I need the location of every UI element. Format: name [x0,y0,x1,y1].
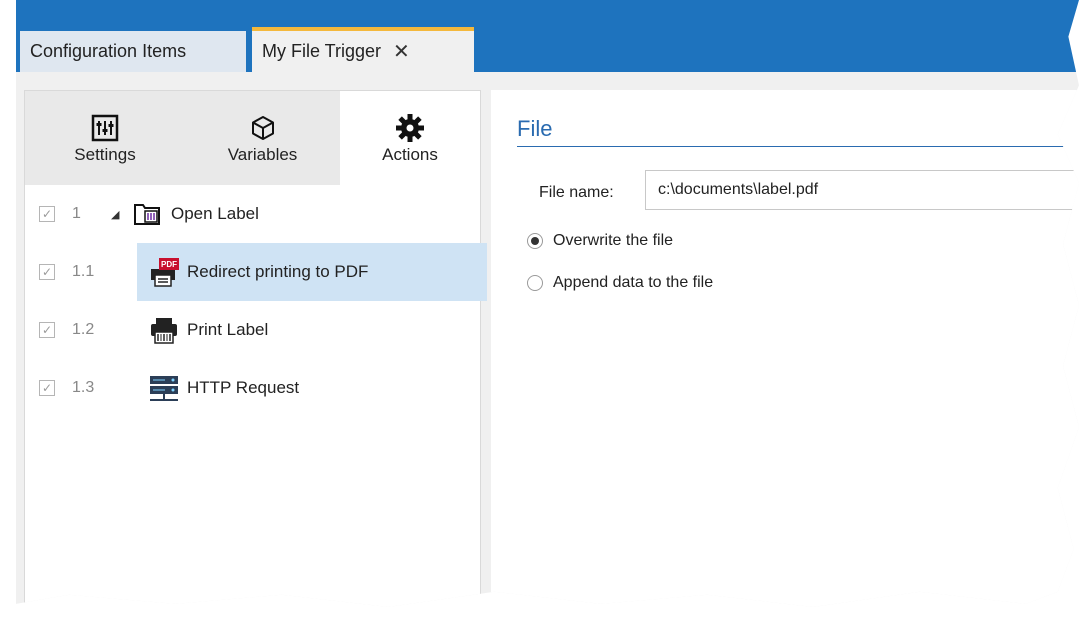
tree-row-open-label[interactable]: ✓ 1 ◢ Open Label [25,185,480,243]
enable-checkbox[interactable]: ✓ [39,380,55,396]
tab-settings[interactable]: Settings [25,91,185,185]
action-item[interactable]: Print Label [137,301,268,359]
tab-label: My File Trigger [262,41,382,61]
action-label: Print Label [187,320,269,339]
overwrite-label: Overwrite the file [553,232,674,249]
overwrite-option[interactable]: Overwrite the file [527,232,673,250]
tree-row-print-label[interactable]: ✓ 1.2 Print Label [25,301,480,359]
action-item[interactable]: HTTP Request [137,359,299,417]
tab-label: Configuration Items [30,41,187,61]
action-number: 1.2 [72,321,95,338]
tab-configuration-items[interactable]: Configuration Items [20,31,246,72]
tab-my-file-trigger[interactable]: My File Trigger ✕ [252,27,474,72]
tab-actions[interactable]: Actions [340,91,480,185]
section-divider [517,146,1079,147]
action-item[interactable]: PDF Redirect printing to PDF [137,243,487,301]
file-name-input[interactable]: c:\documents\label.pdf [645,170,1079,210]
tree-row-redirect-pdf[interactable]: ✓ 1.1 PDF Redirect printing to PDF [25,243,487,301]
tab-label: Settings [74,145,136,164]
action-label: Open Label [171,204,259,223]
server-network-icon [145,372,183,404]
collapse-arrow-icon[interactable]: ◢ [111,208,119,221]
tab-variables[interactable]: Variables [185,91,340,185]
enable-checkbox[interactable]: ✓ [39,206,55,222]
action-number: 1 [72,205,81,222]
svg-text:PDF: PDF [161,260,177,269]
section-title: File [517,116,553,141]
file-name-label: File name: [539,184,614,201]
tab-label: Actions [382,145,438,164]
tab-label: Variables [227,145,298,164]
action-label: HTTP Request [187,378,300,397]
action-number: 1.3 [72,379,95,396]
folder-label-icon [129,198,167,230]
title-bar: Configuration Items My File Trigger ✕ [16,0,1079,72]
enable-checkbox[interactable]: ✓ [39,264,55,280]
append-radio[interactable] [527,275,543,291]
pdf-printer-icon: PDF [145,256,183,288]
action-label: Redirect printing to PDF [187,262,369,281]
settings-sliders-icon [91,111,119,145]
app-window: Configuration Items My File Trigger ✕ Se… [16,0,1079,607]
action-item[interactable]: Open Label [121,185,259,243]
action-number: 1.1 [72,263,95,280]
left-tab-bar: Settings Variables Actions [25,91,480,185]
overwrite-radio[interactable] [527,233,543,249]
append-label: Append data to the file [553,274,714,291]
gear-icon [395,111,425,145]
append-option[interactable]: Append data to the file [527,274,713,292]
close-icon[interactable]: ✕ [393,39,410,64]
main-content: Settings Variables Actions ✓ 1 ◢ Open La… [16,72,1079,607]
left-panel: Settings Variables Actions ✓ 1 ◢ Open La… [24,90,487,607]
tree-row-http-request[interactable]: ✓ 1.3 HTTP Request [25,359,480,417]
cube-icon [249,111,277,145]
right-panel: File File name: c:\documents\label.pdf O… [491,90,1079,607]
enable-checkbox[interactable]: ✓ [39,322,55,338]
printer-icon [145,314,183,346]
